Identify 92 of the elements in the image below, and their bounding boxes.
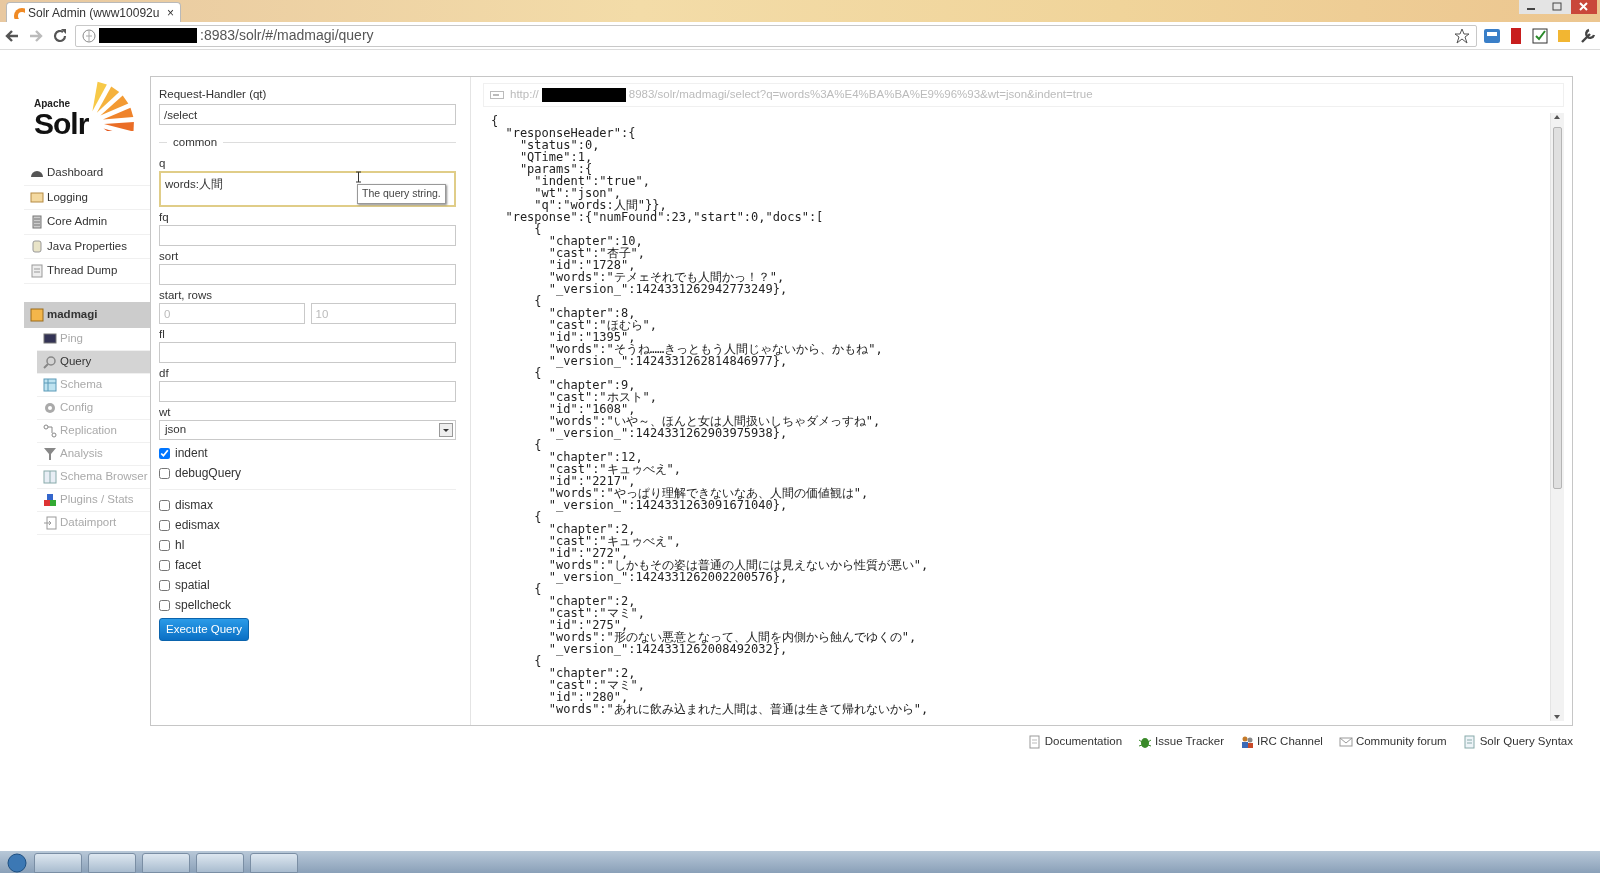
checkbox[interactable] (159, 447, 170, 459)
field-label: fq (159, 210, 170, 225)
field-label: df (159, 366, 170, 381)
field-label: wt (159, 405, 172, 420)
checkbox[interactable] (159, 539, 170, 551)
dropdown[interactable]: json (159, 420, 456, 440)
footer-link[interactable]: Solr Query Syntax (1462, 733, 1573, 751)
address-field[interactable]: :8983/solr/#/madmagi/query (75, 24, 1477, 47)
footer-link[interactable]: Documentation (1027, 733, 1123, 751)
taskbar-button[interactable] (196, 853, 244, 873)
star-icon[interactable] (1454, 27, 1470, 44)
taskbar-button[interactable] (250, 853, 298, 873)
wrench-icon[interactable] (1579, 26, 1597, 45)
logo-text: Apache (34, 99, 72, 109)
taskbar-button[interactable] (88, 853, 136, 873)
checkbox[interactable] (159, 519, 170, 531)
text-field[interactable] (159, 225, 456, 246)
checkbox-label: indent (175, 445, 208, 462)
gear-icon (43, 400, 57, 415)
scrollbar-thumb[interactable] (1553, 126, 1562, 489)
close-button[interactable]: × (167, 3, 174, 22)
jar-icon (30, 239, 44, 254)
footer-link[interactable]: IRC Channel (1240, 733, 1323, 751)
monitor-icon (43, 331, 57, 346)
text-field[interactable] (159, 342, 456, 363)
text-field[interactable] (159, 264, 456, 285)
text-field[interactable]: /select (159, 104, 456, 125)
core-selector[interactable]: madmagi (24, 301, 150, 328)
json-response: { "responseHeader":{ "status":0, "QTime":1, "params":{ "indent":"true", "wt":"json", "q":"words:人間"}}, "response":{"numFound":23,"start":0,"docs":[ { "chapter":10, "cast":"杏子", "id":"1728", "words":"テメェそれでも人間かっ！？", "_version_":1424331262942773249}, { "chapter":8, "cast":"ほむら", "id":"1395", "words":"そうね……きっともう人間じゃないから、かもね", "_version_":1424331262814846977}, { "chapter":9, "cast":"ホスト", "id":"1608", "words":"いや～、ほんと女は人間扱いしちゃダメっすね", "_version_":1424331262903975938}, { "chapter":12, "cast":"キュゥべえ", "id":"2217", "words":"やっぱり理解できないなあ、人間の価値観は", "_version_":1424331263091671040}, { "chapter":2, "cast":"キュゥべえ", "id":"272", "words":"しかもその姿は普通の人間には見えないから性質が悪い", "_version_":1424331262002200576}, { "chapter":2, "cast":"マミ", "id":"275", "words":"形のない悪意となって、人間を内側から蝕んでゆくの", "_version_":1424331262008492032}, { "chapter":2, "cast":"マミ", "id":"280", "words":"あれに飲み込まれた人間は、普通は生きて帰れないから", (490, 112, 930, 718)
extension-icon[interactable] (1483, 26, 1501, 45)
document-icon (1027, 734, 1042, 749)
checkbox-label: spellcheck (175, 597, 232, 614)
list-icon (30, 263, 44, 278)
globe-icon (82, 28, 96, 43)
checkbox-label: edismax (175, 517, 220, 534)
checkbox[interactable] (159, 559, 170, 571)
checkbox-label: debugQuery (175, 465, 242, 482)
checkmark-icon[interactable] (1531, 26, 1549, 45)
import-icon (43, 515, 57, 530)
blocks-icon (43, 492, 57, 507)
checkbox[interactable] (159, 467, 170, 479)
browser-tab[interactable]: Solr Admin (www10092u × (6, 2, 181, 22)
document-icon (1462, 734, 1477, 749)
minimize-button[interactable] (1519, 0, 1545, 14)
caret-icon (439, 423, 453, 437)
box-icon (30, 307, 44, 322)
nav-item[interactable]: Query (37, 350, 150, 374)
url-text: :8983/solr/#/madmagi/query (200, 26, 374, 45)
nav-item[interactable]: Logging (24, 185, 150, 210)
field-label: start, rows (159, 288, 214, 303)
document-icon (30, 190, 44, 205)
checkbox[interactable] (159, 599, 170, 611)
reload-icon[interactable] (51, 26, 69, 45)
server-icon (30, 214, 44, 229)
checkbox-label: facet (175, 557, 201, 574)
nav-item[interactable]: Dashboard (24, 161, 150, 186)
nodes-icon (43, 423, 57, 438)
field-label: fl (159, 327, 166, 342)
envelope-icon (1338, 734, 1353, 749)
tooltip: The query string. (357, 184, 446, 204)
scrollbar[interactable] (1550, 112, 1564, 721)
footer-link[interactable]: Issue Tracker (1138, 733, 1225, 751)
taskbar-button[interactable] (34, 853, 82, 873)
nav-item[interactable]: Java Properties (24, 234, 150, 259)
field-label: sort (159, 249, 180, 264)
people-icon (1240, 734, 1255, 749)
text-field[interactable]: 0 (159, 303, 305, 324)
checkbox[interactable] (159, 579, 170, 591)
funnel-icon (43, 446, 57, 461)
tab-title: Solr Admin (www10092u (28, 4, 161, 22)
footer-link[interactable]: Community forum (1338, 733, 1447, 751)
search-icon (43, 354, 57, 369)
table-icon (43, 377, 57, 392)
field-label: Request-Handler (qt) (159, 87, 268, 102)
checkbox-label: dismax (175, 497, 213, 514)
start-orb-icon[interactable] (6, 851, 28, 873)
text-cursor-icon (355, 171, 362, 183)
nav-item[interactable]: Thread Dump (24, 259, 150, 284)
section-legend: common (173, 135, 218, 150)
text-field[interactable] (159, 381, 456, 402)
checkbox-label: hl (175, 537, 185, 554)
execute-button[interactable]: Execute Query (159, 618, 250, 641)
checkbox[interactable] (159, 499, 170, 511)
close-button[interactable] (1571, 0, 1597, 14)
text-field[interactable]: 10 (310, 303, 456, 324)
scroll-down-icon[interactable] (1551, 713, 1563, 721)
field-label: q (159, 156, 167, 171)
checkbox-label: spatial (175, 577, 210, 594)
link-icon (490, 89, 504, 100)
taskbar-button[interactable] (142, 853, 190, 873)
nav-item[interactable]: Core Admin (24, 210, 150, 235)
logo-text: Solr (34, 109, 89, 139)
